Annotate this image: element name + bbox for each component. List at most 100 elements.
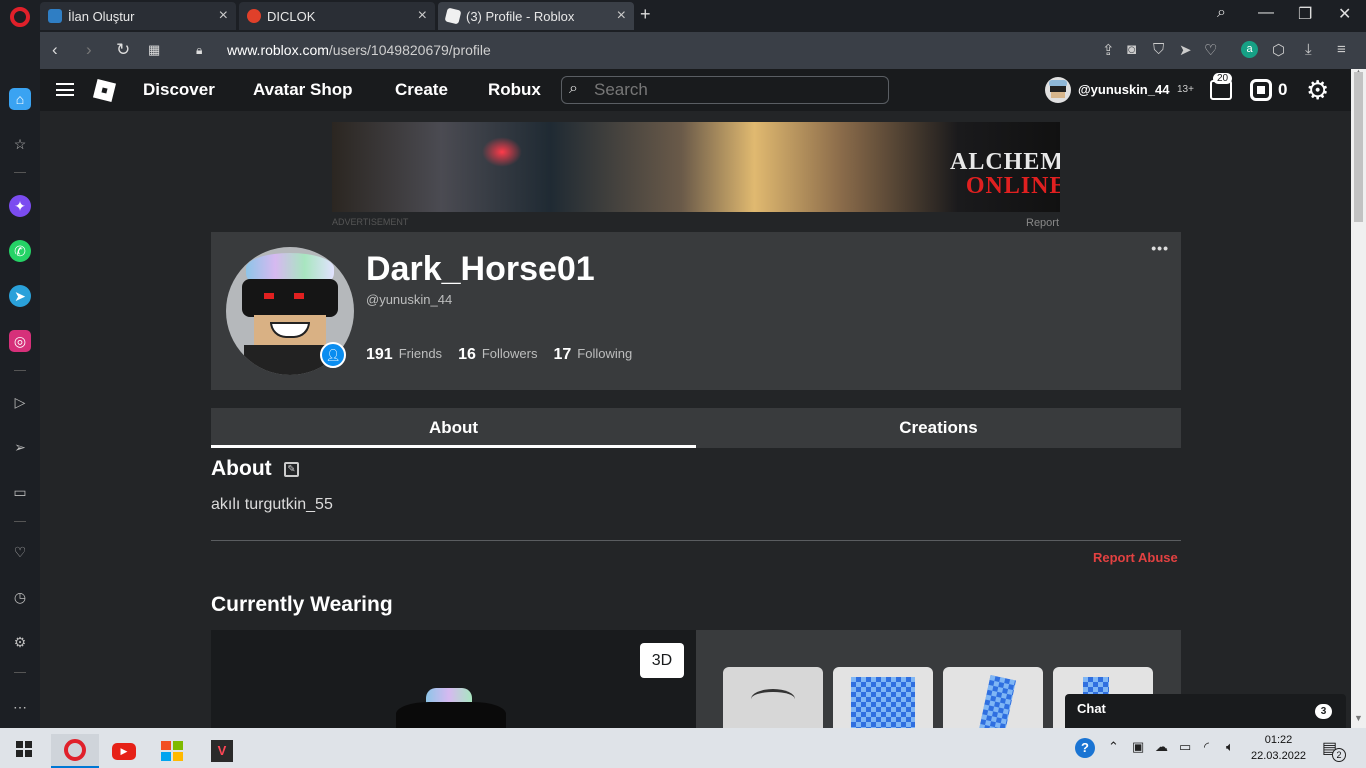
- browser-tab[interactable]: DICLOK ×: [239, 2, 435, 30]
- more-options-icon[interactable]: •••: [1151, 240, 1169, 256]
- friends-count[interactable]: 191: [366, 346, 393, 364]
- more-icon[interactable]: ⋯: [9, 696, 31, 718]
- valorant-icon: V: [211, 740, 233, 762]
- friends-label[interactable]: Friends: [399, 346, 442, 364]
- advertisement-banner[interactable]: ALCHEMY ONLINE: [332, 122, 1060, 212]
- share-icon[interactable]: ⇪: [1102, 41, 1115, 59]
- avatar-viewer[interactable]: 3D: [211, 630, 696, 728]
- followers-count[interactable]: 16: [458, 346, 476, 364]
- chat-widget[interactable]: Chat 3: [1065, 694, 1346, 728]
- robux-balance[interactable]: 0: [1278, 80, 1287, 100]
- wearing-item[interactable]: [833, 667, 933, 728]
- reload-icon[interactable]: ↻: [116, 40, 130, 60]
- action-center-badge: 2: [1332, 748, 1346, 762]
- wifi-icon[interactable]: ◜: [1204, 739, 1209, 755]
- roblox-header: Discover Avatar Shop Create Robux ⌕ @yun…: [40, 69, 1351, 111]
- edit-icon[interactable]: ✎: [284, 462, 299, 477]
- clock[interactable]: 01:22 22.03.2022: [1251, 732, 1306, 764]
- robux-icon[interactable]: [1250, 79, 1272, 101]
- close-tab-icon[interactable]: ×: [617, 7, 626, 25]
- browser-tab-active[interactable]: (3) Profile - Roblox ×: [438, 2, 634, 30]
- followers-label[interactable]: Followers: [482, 346, 538, 364]
- profile-header-card: 👤︎ Dark_Horse01 @yunuskin_44 191 Friends …: [211, 232, 1181, 390]
- report-abuse-link[interactable]: Report Abuse: [1093, 550, 1178, 565]
- header-username[interactable]: @yunuskin_44: [1078, 82, 1169, 97]
- following-count[interactable]: 17: [553, 346, 571, 364]
- notifications-count: 20: [1213, 73, 1233, 84]
- close-window-icon[interactable]: ✕: [1338, 4, 1351, 24]
- wearing-item[interactable]: [943, 667, 1043, 728]
- ad-report-link[interactable]: Report: [1026, 217, 1059, 229]
- nav-create[interactable]: Create: [395, 80, 448, 100]
- onedrive-icon[interactable]: ☁: [1155, 739, 1168, 755]
- volume-icon[interactable]: 🔈︎: [1226, 739, 1234, 755]
- close-tab-icon[interactable]: ×: [219, 7, 228, 25]
- battery-icon[interactable]: ▭: [1179, 739, 1191, 755]
- shield-icon[interactable]: ⛉: [1153, 41, 1164, 58]
- device-icon[interactable]: ▣: [1132, 739, 1144, 755]
- search-input[interactable]: [594, 80, 874, 100]
- heart-icon[interactable]: ♡: [9, 541, 31, 563]
- send-icon[interactable]: ➤: [1179, 41, 1192, 59]
- url-field[interactable]: www.roblox.com/users/1049820679/profile: [227, 42, 491, 58]
- url-host: www.roblox.com: [227, 42, 329, 58]
- divider: [211, 540, 1181, 541]
- toggle-3d-button[interactable]: 3D: [640, 643, 684, 678]
- nav-avatar-shop[interactable]: Avatar Shop: [253, 80, 353, 100]
- send-icon[interactable]: ➢: [9, 436, 31, 458]
- about-heading: About: [211, 457, 272, 480]
- wallet-icon[interactable]: ▭: [9, 481, 31, 503]
- gear-icon[interactable]: ⚙: [1306, 75, 1329, 106]
- close-tab-icon[interactable]: ×: [418, 7, 427, 25]
- forward-icon[interactable]: ›: [86, 40, 92, 60]
- extension-a-icon[interactable]: a: [1241, 41, 1258, 58]
- roblox-logo-icon[interactable]: [92, 78, 117, 103]
- browser-tab[interactable]: İlan Oluştur ×: [40, 2, 236, 30]
- telegram-icon[interactable]: ➤: [9, 285, 31, 307]
- avatar[interactable]: [1045, 77, 1071, 103]
- tiles-icon[interactable]: ▦: [148, 42, 160, 58]
- opera-logo-icon[interactable]: [10, 7, 30, 27]
- player-icon[interactable]: ▷: [9, 391, 31, 413]
- hamburger-menu-icon[interactable]: [56, 83, 74, 96]
- whatsapp-icon[interactable]: ✆: [9, 240, 31, 262]
- browser-search-icon[interactable]: ⌕: [1217, 4, 1226, 22]
- scroll-down-icon[interactable]: ▼: [1354, 713, 1363, 723]
- page-scrollbar[interactable]: ▲ ▼: [1351, 67, 1366, 728]
- display-name: Dark_Horse01: [366, 250, 595, 288]
- home-icon[interactable]: ⌂: [9, 88, 31, 110]
- tab-favicon-icon: [444, 7, 462, 25]
- show-hidden-icons-icon[interactable]: ⌃: [1108, 739, 1119, 755]
- nav-discover[interactable]: Discover: [143, 80, 215, 100]
- wearing-item[interactable]: [723, 667, 823, 728]
- taskbar-opera[interactable]: [51, 734, 99, 768]
- taskbar-youtube[interactable]: ▶: [100, 734, 148, 768]
- tab-creations[interactable]: Creations: [696, 408, 1181, 448]
- new-tab-icon[interactable]: +: [640, 4, 651, 25]
- sidebar-divider: [14, 370, 26, 371]
- minimize-icon[interactable]: —: [1258, 4, 1274, 22]
- scrollbar-thumb[interactable]: [1354, 72, 1363, 222]
- menu-icon[interactable]: ≡: [1337, 41, 1346, 58]
- download-icon[interactable]: ⤓: [1305, 41, 1312, 58]
- following-label[interactable]: Following: [577, 346, 632, 364]
- help-icon[interactable]: ?: [1075, 738, 1095, 758]
- extension-cube-icon[interactable]: ⬡: [1272, 41, 1285, 59]
- clock-date: 22.03.2022: [1251, 750, 1307, 762]
- instagram-icon[interactable]: ◎: [9, 330, 31, 352]
- snapshot-icon[interactable]: ◙: [1127, 41, 1136, 58]
- nav-robux[interactable]: Robux: [488, 80, 541, 100]
- history-icon[interactable]: ◷: [9, 586, 31, 608]
- messenger-icon[interactable]: ✦: [9, 195, 31, 217]
- settings-icon[interactable]: ⚙: [9, 631, 31, 653]
- opera-icon: [64, 739, 86, 761]
- heart-icon[interactable]: ♡: [1204, 41, 1217, 59]
- star-icon[interactable]: ☆: [9, 133, 31, 155]
- back-icon[interactable]: ‹: [52, 40, 58, 60]
- ad-title-line2: ONLINE: [965, 173, 1060, 199]
- windows-start-icon[interactable]: [16, 741, 32, 757]
- tab-about[interactable]: About: [211, 408, 696, 448]
- restore-icon[interactable]: ❐: [1298, 4, 1312, 24]
- taskbar-valorant[interactable]: V: [198, 734, 246, 768]
- taskbar-store[interactable]: [148, 734, 196, 768]
